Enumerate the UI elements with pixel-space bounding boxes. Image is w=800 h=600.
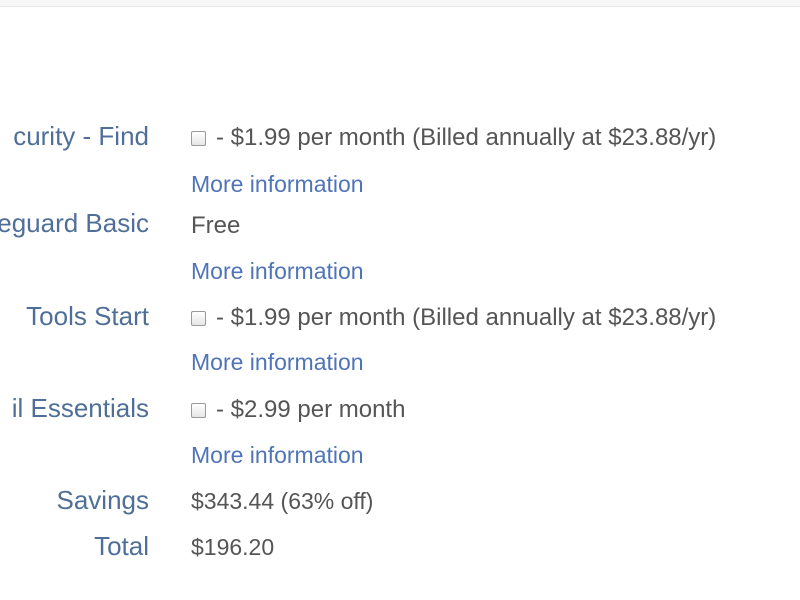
product-price-text: - $1.99 per month (Billed annually at $2… bbox=[216, 304, 717, 331]
product-price-mail-essentials: - $2.99 per month bbox=[191, 396, 405, 424]
product-price-text: Free bbox=[191, 212, 241, 239]
savings-value: $343.44 (63% off) bbox=[191, 488, 374, 514]
savings-label: Savings bbox=[56, 485, 150, 515]
product-checkbox-tools-start[interactable] bbox=[191, 310, 206, 326]
product-checkbox-security-find[interactable] bbox=[191, 130, 206, 146]
product-label-safeguard-basic: eguard Basic bbox=[0, 208, 149, 238]
more-information-link[interactable]: More information bbox=[191, 258, 364, 285]
product-price-tools-start: - $1.99 per month (Billed annually at $2… bbox=[191, 304, 716, 332]
more-information-link[interactable]: More information bbox=[191, 349, 364, 376]
product-label-security-find: curity - Find bbox=[13, 121, 149, 151]
product-price-text: - $2.99 per month bbox=[216, 396, 406, 423]
top-border bbox=[0, 0, 800, 7]
more-information-link[interactable]: More information bbox=[191, 171, 364, 198]
product-label-mail-essentials: il Essentials bbox=[11, 393, 149, 423]
total-value: $196.20 bbox=[191, 534, 275, 560]
product-checkbox-mail-essentials[interactable] bbox=[191, 402, 206, 418]
product-label-tools-start: Tools Start bbox=[26, 301, 149, 331]
product-price-safeguard-basic: Free bbox=[191, 212, 240, 240]
product-price-text: - $1.99 per month (Billed annually at $2… bbox=[216, 124, 717, 151]
total-label: Total bbox=[94, 531, 149, 561]
more-information-link[interactable]: More information bbox=[191, 442, 364, 469]
product-price-security-find: - $1.99 per month (Billed annually at $2… bbox=[191, 124, 716, 152]
